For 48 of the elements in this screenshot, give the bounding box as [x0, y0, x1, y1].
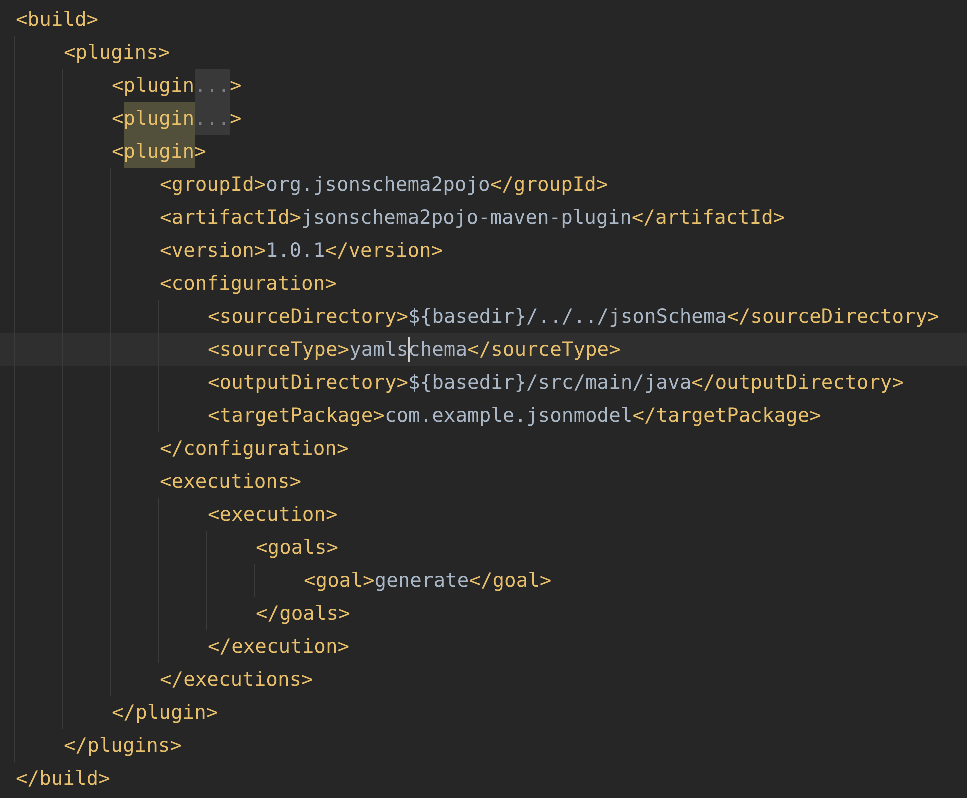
text-value: 1.0.1 [266, 238, 326, 264]
xml-tag: </sourceType> [468, 333, 621, 366]
xml-tag: </plugins> [64, 729, 182, 762]
text-value: yamls [350, 337, 409, 363]
xml-tag: <sourceType> [208, 333, 350, 366]
xml-tag: </outputDirectory> [692, 366, 904, 399]
xml-tag: <outputDirectory> [208, 366, 409, 399]
xml-tag: </sourceDirectory> [727, 300, 940, 333]
xml-tag: </configuration> [160, 432, 349, 465]
xml-tag: </build> [16, 762, 110, 795]
xml-tag: <version> [160, 234, 266, 267]
xml-tag: <build> [16, 3, 99, 36]
text-value: ${basedir}/../../jsonSchema [408, 304, 728, 330]
xml-tag: <artifactId> [160, 201, 302, 234]
xml-tag: </goals> [256, 597, 350, 630]
xml-tag: </targetPackage> [632, 399, 822, 432]
xml-tag: </artifactId> [632, 201, 786, 234]
xml-tag: plugin [124, 135, 195, 168]
fold-placeholder[interactable]: ... [194, 69, 230, 102]
xml-tag: </version> [325, 234, 444, 267]
xml-tag: < [112, 102, 124, 135]
xml-tag: > [194, 135, 206, 168]
xml-tag: > [230, 102, 242, 135]
xml-tag: <groupId> [160, 168, 266, 201]
text-value: jsonschema2pojo-maven-plugin [302, 205, 632, 231]
xml-tag: <executions> [160, 465, 302, 498]
xml-tag: > [230, 69, 242, 102]
text-value: ${basedir}/src/main/java [408, 370, 692, 396]
xml-tag: </goal> [469, 564, 552, 597]
text-value: org.jsonschema2pojo [266, 172, 490, 198]
xml-tag: <goal> [304, 564, 375, 597]
fold-placeholder[interactable]: ... [194, 102, 230, 135]
xml-tag: </executions> [160, 663, 314, 696]
xml-tag: plugin [124, 102, 195, 135]
xml-tag: <sourceDirectory> [208, 300, 409, 333]
xml-tag: <execution> [208, 498, 338, 531]
xml-tag: <configuration> [160, 267, 337, 300]
xml-tag: <plugin [112, 69, 195, 102]
xml-tag: <plugins> [64, 36, 170, 69]
xml-tag: < [112, 135, 124, 168]
text-value: chema [408, 337, 468, 363]
xml-tag: <targetPackage> [208, 399, 385, 432]
xml-tag: </groupId> [490, 168, 608, 201]
text-value: com.example.jsonmodel [384, 403, 633, 429]
xml-tag: </plugin> [112, 696, 218, 729]
xml-tag: </execution> [208, 630, 350, 663]
text-value: generate [374, 568, 470, 594]
xml-tag: <goals> [256, 531, 339, 564]
